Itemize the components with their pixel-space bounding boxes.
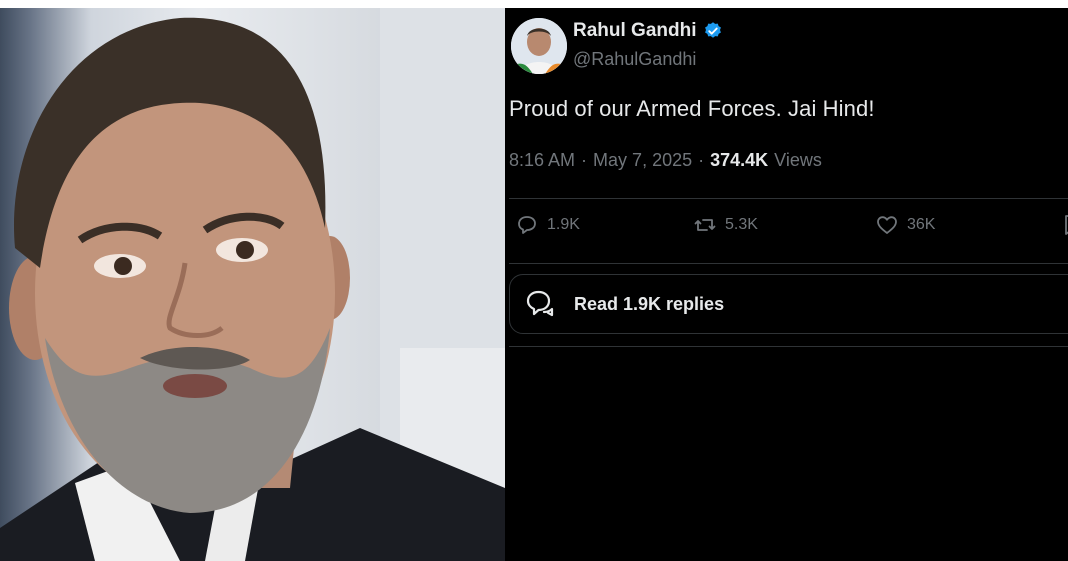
- meta-separator: ·: [581, 150, 588, 170]
- read-replies-button[interactable]: Read 1.9K replies: [509, 274, 1068, 334]
- chat-bubbles-icon: [526, 290, 554, 317]
- portrait-illustration: [0, 8, 505, 561]
- divider-top: [509, 198, 1068, 199]
- tweet-time[interactable]: 8:16 AM: [509, 150, 575, 171]
- bookmark-icon: [1065, 215, 1068, 235]
- divider-end: [509, 346, 1068, 347]
- action-bar: 1.9K 5.3K 36K: [515, 213, 1068, 249]
- repost-button[interactable]: 5.3K: [693, 213, 758, 237]
- meta-separator-2: ·: [698, 150, 705, 170]
- author-name[interactable]: Rahul Gandhi: [573, 20, 697, 42]
- views-label: Views: [774, 150, 822, 170]
- tweet-meta: 8:16 AM · May 7, 2025 · 374.4K Views: [509, 150, 822, 171]
- repost-count: 5.3K: [725, 216, 758, 233]
- read-replies-label: Read 1.9K replies: [574, 293, 725, 314]
- author-handle[interactable]: @RahulGandhi: [573, 49, 696, 70]
- reply-button[interactable]: 1.9K: [515, 213, 580, 237]
- tweet-text: Proud of our Armed Forces. Jai Hind!: [509, 96, 875, 121]
- like-button[interactable]: 36K: [875, 213, 935, 237]
- portrait-photo: [0, 8, 505, 561]
- avatar[interactable]: [511, 18, 567, 74]
- views-count: 374.4K: [710, 150, 769, 170]
- like-icon: [877, 216, 897, 234]
- repost-icon: [694, 219, 716, 231]
- reply-count: 1.9K: [547, 216, 580, 233]
- avatar-image: [511, 18, 567, 74]
- tweet-date[interactable]: May 7, 2025: [593, 150, 692, 171]
- like-count: 36K: [907, 216, 936, 233]
- tweet-card: Rahul Gandhi @RahulGandhi Proud of our A…: [505, 8, 1068, 561]
- author-name-row: Rahul Gandhi: [573, 20, 723, 42]
- divider-bottom: [509, 263, 1068, 264]
- reply-icon: [518, 216, 536, 234]
- screenshot: Rahul Gandhi @RahulGandhi Proud of our A…: [0, 0, 1068, 561]
- verified-badge-icon: [704, 22, 721, 38]
- bookmark-button[interactable]: [1060, 213, 1068, 237]
